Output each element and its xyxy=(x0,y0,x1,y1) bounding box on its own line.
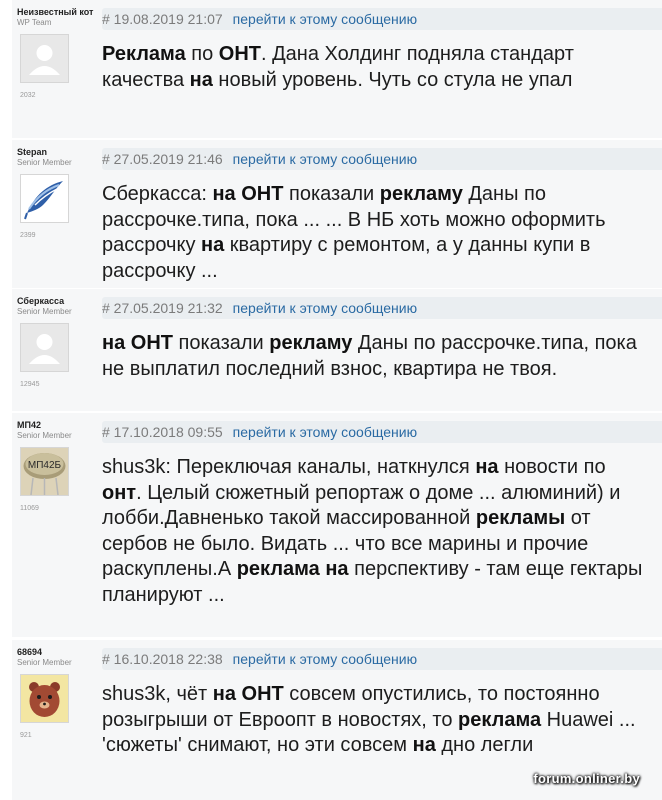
post-header: # 27.05.2019 21:32 перейти к этому сообще… xyxy=(102,297,662,319)
goto-message-link[interactable]: перейти к этому сообщению xyxy=(233,424,417,440)
highlighted-term: на ОНТ xyxy=(212,183,284,205)
highlighted-term: на ОНТ xyxy=(102,332,173,354)
post-text-segment: новости по xyxy=(498,456,606,478)
forum-post: Stepan Senior Member 2399 # 27.05.2019 2… xyxy=(0,140,662,288)
username[interactable]: Сберкасса xyxy=(17,296,64,306)
default-avatar-icon[interactable] xyxy=(20,34,69,83)
default-avatar-icon[interactable] xyxy=(20,323,69,372)
goto-message-link[interactable]: перейти к этому сообщению xyxy=(233,300,417,316)
forum-post: МП42 Senior Member МП42Б 11069 # 17.10.2… xyxy=(0,413,662,637)
post-count: 11069 xyxy=(20,505,39,512)
highlighted-term: на ОНТ xyxy=(212,683,284,705)
highlighted-term: Реклама xyxy=(102,43,186,65)
post-count: 2032 xyxy=(20,92,36,99)
bear-avatar-icon[interactable] xyxy=(20,674,69,723)
goto-message-link[interactable]: перейти к этому сообщению xyxy=(233,651,417,667)
highlighted-term: на xyxy=(475,456,499,478)
post-count: 12945 xyxy=(20,381,40,388)
username[interactable]: Неизвестный кот xyxy=(17,7,93,17)
post-header: # 27.05.2019 21:46 перейти к этому сообще… xyxy=(102,148,662,170)
user-rank: Senior Member xyxy=(17,158,72,167)
blue-feather-avatar-icon[interactable] xyxy=(20,174,69,223)
highlighted-term: ОНТ xyxy=(218,43,261,65)
post-text-segment: новый уровень. Чуть со стула не упал xyxy=(212,68,573,91)
highlighted-term: рекламу xyxy=(379,183,463,205)
post-text: Реклама по ОНТ. Дана Холдинг подняла ста… xyxy=(102,42,647,93)
highlighted-term: рекламы xyxy=(475,507,566,529)
highlighted-term: на xyxy=(189,68,213,91)
post-date[interactable]: # 17.10.2018 09:55 xyxy=(102,424,223,440)
highlighted-term: рекламу xyxy=(269,332,353,354)
highlighted-term: на xyxy=(201,234,225,256)
post-header: # 17.10.2018 09:55 перейти к этому сообще… xyxy=(102,421,662,443)
post-text-segment: по xyxy=(185,43,219,65)
user-rank: Senior Member xyxy=(17,658,72,667)
highlighted-term: на xyxy=(412,734,436,756)
forum-post: Сберкасса Senior Member 12945 # 27.05.20… xyxy=(0,289,662,411)
user-rank: WP Team xyxy=(17,18,52,27)
post-text-segment: shus3k, чёт xyxy=(102,683,213,705)
post-text: Сберкасса: на ОНТ показали рекламу Даны … xyxy=(102,182,647,284)
post-header: # 19.08.2019 21:07 перейти к этому сообще… xyxy=(102,8,662,30)
goto-message-link[interactable]: перейти к этому сообщению xyxy=(233,151,417,167)
post-text-segment: дно легли xyxy=(435,734,534,756)
highlighted-term: онт xyxy=(102,481,137,504)
username[interactable]: Stepan xyxy=(17,147,47,157)
post-text: на ОНТ показали рекламу Даны по рассрочк… xyxy=(102,331,647,382)
watermark: forum.onliner.by xyxy=(533,771,640,786)
forum-post: Неизвестный кот WP Team 2032 # 19.08.201… xyxy=(0,0,662,138)
highlighted-term: реклама xyxy=(458,708,542,731)
post-text-segment: показали xyxy=(283,183,380,205)
post-text-segment: shus3k: Переключая каналы, наткнулся xyxy=(102,456,476,478)
avatar-label: МП42Б xyxy=(28,460,62,471)
post-count: 921 xyxy=(20,732,32,739)
post-text: shus3k: Переключая каналы, наткнулся на … xyxy=(102,455,647,608)
username[interactable]: 68694 xyxy=(17,647,42,657)
goto-message-link[interactable]: перейти к этому сообщению xyxy=(233,11,417,27)
transistor-avatar-icon[interactable]: МП42Б xyxy=(20,447,69,496)
post-date[interactable]: # 16.10.2018 22:38 xyxy=(102,651,223,667)
post-count: 2399 xyxy=(20,232,36,239)
user-rank: Senior Member xyxy=(17,307,72,316)
post-date[interactable]: # 19.08.2019 21:07 xyxy=(102,11,223,27)
user-rank: Senior Member xyxy=(17,431,72,440)
post-text: shus3k, чёт на ОНТ совсем опустились, то… xyxy=(102,682,647,759)
username[interactable]: МП42 xyxy=(17,420,41,430)
post-header: # 16.10.2018 22:38 перейти к этому сообще… xyxy=(102,648,662,670)
post-date[interactable]: # 27.05.2019 21:32 xyxy=(102,300,223,316)
post-text-segment: Сберкасса: xyxy=(102,183,213,205)
post-text-segment: показали xyxy=(172,332,270,354)
highlighted-term: реклама на xyxy=(236,558,349,580)
post-date[interactable]: # 27.05.2019 21:46 xyxy=(102,151,223,167)
